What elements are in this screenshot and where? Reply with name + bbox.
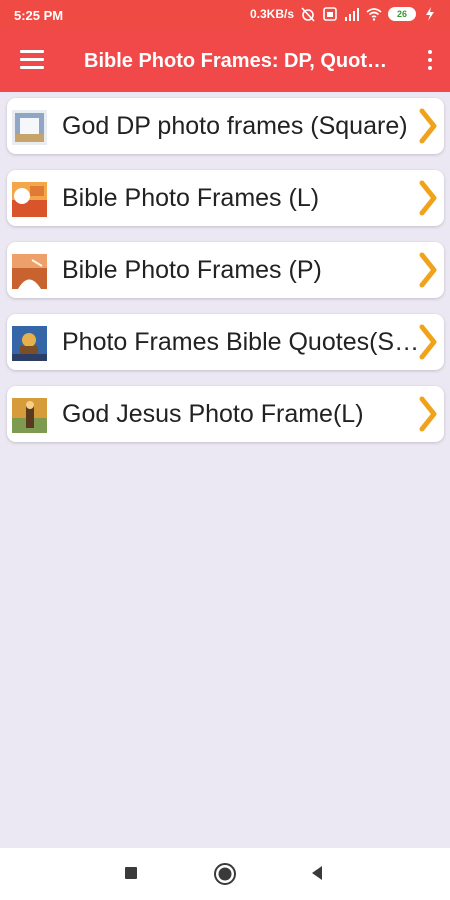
alarm-off-icon bbox=[301, 7, 315, 22]
sim-icon bbox=[323, 7, 337, 21]
recents-square-icon[interactable] bbox=[120, 862, 142, 884]
back-triangle-icon[interactable] bbox=[306, 862, 328, 884]
app-bar: Bible Photo Frames: DP, Quotes & Greetin… bbox=[0, 30, 450, 92]
thumbnail-image bbox=[12, 110, 47, 145]
more-vertical-icon[interactable] bbox=[426, 50, 434, 72]
list-item[interactable]: Photo Frames Bible Quotes(Square) bbox=[7, 314, 444, 370]
thumbnail-image bbox=[12, 326, 47, 361]
list-item-label: Photo Frames Bible Quotes(Square) bbox=[62, 328, 420, 356]
hamburger-menu-icon[interactable] bbox=[20, 50, 44, 70]
thumbnail-image bbox=[12, 182, 47, 217]
app-title: Bible Photo Frames: DP, Quotes & Greetin… bbox=[84, 50, 396, 72]
status-icons: 0.3KB/s 26 bbox=[250, 6, 438, 22]
wifi-icon bbox=[366, 8, 382, 21]
charging-icon bbox=[426, 7, 434, 21]
chevron-right-icon bbox=[419, 180, 437, 216]
list-item[interactable]: Bible Photo Frames (L) bbox=[7, 170, 444, 226]
thumbnail-image bbox=[12, 254, 47, 289]
list-item-label: God Jesus Photo Frame(L) bbox=[62, 400, 364, 428]
navigation-bar bbox=[0, 848, 450, 900]
chevron-right-icon bbox=[419, 324, 437, 360]
list-item[interactable]: Bible Photo Frames (P) bbox=[7, 242, 444, 298]
network-speed: 0.3KB/s bbox=[249, 7, 294, 21]
battery-icon: 26 bbox=[388, 7, 416, 21]
chevron-right-icon bbox=[419, 108, 437, 144]
list-item[interactable]: God DP photo frames (Square) bbox=[7, 98, 444, 154]
list-item[interactable]: God Jesus Photo Frame(L) bbox=[7, 386, 444, 442]
thumbnail-image bbox=[12, 398, 47, 433]
list-item-label: Bible Photo Frames (L) bbox=[62, 184, 320, 212]
status-time: 5:25 PM bbox=[14, 8, 64, 23]
list-item-label: God DP photo frames (Square) bbox=[62, 112, 408, 140]
list-item-label: Bible Photo Frames (P) bbox=[62, 256, 322, 284]
chevron-right-icon bbox=[419, 396, 437, 432]
status-bar: 5:25 PM 0.3KB/s 26 bbox=[0, 0, 450, 30]
signal-icon bbox=[345, 8, 359, 21]
home-circle-icon[interactable] bbox=[213, 862, 237, 886]
chevron-right-icon bbox=[419, 252, 437, 288]
